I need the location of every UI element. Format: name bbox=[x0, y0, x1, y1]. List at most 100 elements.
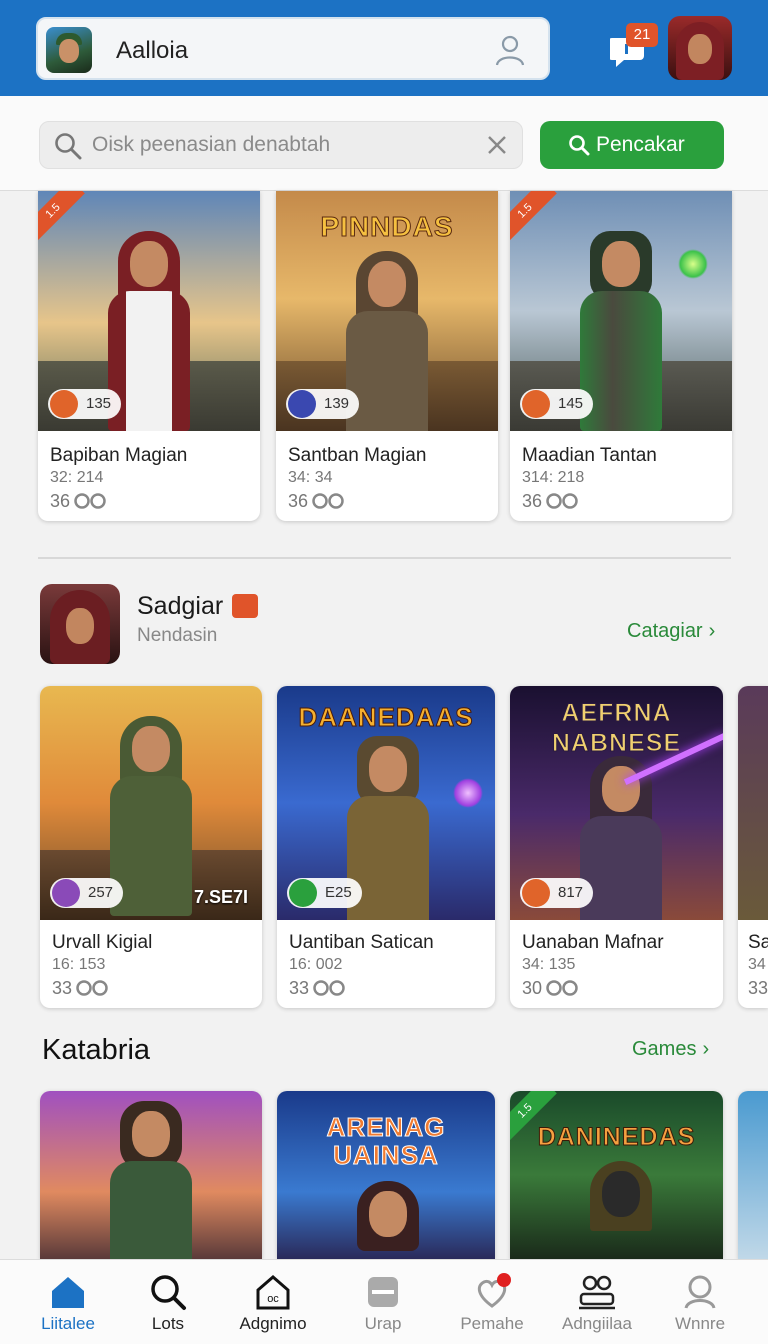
player-count-badge: 145 bbox=[520, 389, 594, 419]
game-card[interactable]: Sa 34 33 bbox=[738, 686, 768, 1008]
game-rating: 33 bbox=[52, 978, 108, 999]
game-cover-image: PINNDAS 139 bbox=[276, 191, 498, 431]
section-divider bbox=[38, 557, 731, 559]
game-card[interactable]: ARENAG UAINSA bbox=[277, 1091, 495, 1259]
game-card[interactable]: PINNDAS 139 Santban Magian 34: 34 36 bbox=[276, 191, 498, 521]
game-meta: 34: 135 bbox=[522, 956, 576, 973]
game-card[interactable]: DAANEDAAS E25 Uantiban Satican 16: 002 3… bbox=[277, 686, 495, 1008]
person-icon[interactable] bbox=[494, 33, 526, 67]
game-cover-image bbox=[738, 686, 768, 920]
game-cover-image: 1.5 145 bbox=[510, 191, 732, 431]
controller-icon bbox=[313, 980, 345, 996]
player-count-badge: 817 bbox=[520, 878, 594, 908]
game-rating: 36 bbox=[522, 491, 578, 512]
bottom-navigation: Liitalee Lots oc Adgnimo Urap Pemahe Adn… bbox=[0, 1259, 768, 1344]
account-avatar bbox=[46, 27, 92, 73]
game-cover-image bbox=[40, 1091, 262, 1259]
player-count-badge: E25 bbox=[287, 878, 362, 908]
game-title: Bapiban Magian bbox=[50, 445, 188, 466]
game-rating: 36 bbox=[288, 491, 344, 512]
see-all-link[interactable]: Games › bbox=[632, 1038, 709, 1061]
player-count-badge: 257 bbox=[50, 878, 124, 908]
search-icon bbox=[569, 135, 590, 156]
game-card[interactable]: 257 7.SE7I Urvall Kigial 16: 153 33 bbox=[40, 686, 262, 1008]
game-card[interactable]: DANINEDAS 1.5 bbox=[510, 1091, 723, 1259]
category-title: Katabria bbox=[42, 1034, 151, 1066]
search-button[interactable]: Pencakar bbox=[540, 121, 724, 169]
group-icon bbox=[579, 1275, 615, 1310]
nav-messages[interactable]: Pemahe bbox=[442, 1260, 542, 1344]
search-icon bbox=[55, 133, 82, 160]
svg-text:oc: oc bbox=[267, 1293, 279, 1305]
nav-home[interactable]: Liitalee bbox=[18, 1260, 118, 1344]
game-meta: 314: 218 bbox=[522, 469, 585, 486]
controller-icon bbox=[76, 980, 108, 996]
game-cover-image: 257 7.SE7I bbox=[40, 686, 262, 920]
game-meta: 34 bbox=[748, 956, 766, 973]
game-title: Maadian Tantan bbox=[522, 445, 657, 466]
cover-title: ARENAG UAINSA bbox=[326, 1112, 446, 1170]
section-subtitle: Nendasin bbox=[137, 625, 218, 646]
game-cover-image bbox=[738, 1091, 768, 1259]
controller-icon bbox=[546, 980, 578, 996]
nav-search[interactable]: Lots bbox=[118, 1260, 218, 1344]
see-all-link[interactable]: Catagiar › bbox=[627, 620, 715, 643]
player-count-badge: 139 bbox=[286, 389, 360, 419]
game-card[interactable]: AEFRNA NABNESE 817 Uanaban Mafnar 34: 13… bbox=[510, 686, 723, 1008]
search-icon bbox=[151, 1275, 186, 1310]
game-card[interactable] bbox=[40, 1091, 262, 1259]
section-avatar bbox=[40, 584, 120, 664]
game-card[interactable]: 1.5 145 Maadian Tantan 314: 218 36 bbox=[510, 191, 732, 521]
cover-title: DANINEDAS bbox=[537, 1123, 696, 1152]
cover-title: PINNDAS bbox=[320, 211, 454, 243]
game-card[interactable] bbox=[738, 1091, 768, 1259]
card-icon bbox=[368, 1277, 398, 1307]
nav-profile[interactable]: Wnnre bbox=[650, 1260, 750, 1344]
search-box bbox=[39, 121, 523, 169]
search-button-label: Pencakar bbox=[596, 133, 685, 156]
account-switcher[interactable]: Aalloia bbox=[36, 17, 550, 80]
nav-store[interactable]: oc Adgnimo bbox=[223, 1260, 323, 1344]
game-cover-image: AEFRNA NABNESE 817 bbox=[510, 686, 723, 920]
search-bar-row: Pencakar bbox=[0, 96, 768, 191]
nav-groups[interactable]: Adngiilaa bbox=[547, 1260, 647, 1344]
heart-chat-icon bbox=[477, 1273, 511, 1308]
game-title: Santban Magian bbox=[288, 445, 427, 466]
controller-icon bbox=[546, 493, 578, 509]
game-title: Urvall Kigial bbox=[52, 932, 153, 953]
search-input[interactable] bbox=[92, 122, 482, 168]
game-cover-image: 1.5 135 bbox=[38, 191, 260, 431]
game-title: Uanaban Mafnar bbox=[522, 932, 664, 953]
cover-title: DAANEDAAS bbox=[298, 702, 474, 733]
controller-icon bbox=[74, 493, 106, 509]
game-rating: 36 bbox=[50, 491, 106, 512]
cover-caption: 7.SE7I bbox=[193, 887, 248, 907]
controller-icon bbox=[312, 493, 344, 509]
profile-avatar[interactable] bbox=[668, 16, 732, 80]
game-card[interactable]: 1.5 135 Bapiban Magian 32: 214 36 bbox=[38, 191, 260, 521]
nav-library[interactable]: Urap bbox=[333, 1260, 433, 1344]
game-meta: 16: 002 bbox=[289, 956, 343, 973]
close-icon[interactable] bbox=[486, 134, 508, 156]
chevron-right-icon: › bbox=[702, 1038, 710, 1060]
game-cover-image: ARENAG UAINSA bbox=[277, 1091, 495, 1259]
game-meta: 16: 153 bbox=[52, 956, 106, 973]
game-meta: 32: 214 bbox=[50, 469, 104, 486]
section-title: Sadgiar bbox=[137, 592, 224, 620]
section-badge-icon bbox=[232, 594, 258, 618]
game-title: Uantiban Satican bbox=[289, 932, 434, 953]
store-icon: oc bbox=[256, 1275, 290, 1310]
account-name: Aalloia bbox=[116, 37, 189, 64]
player-count-badge: 135 bbox=[48, 389, 122, 419]
game-title: Sa bbox=[748, 932, 768, 953]
app-header: Aalloia 21 bbox=[0, 0, 768, 96]
game-rating: 30 bbox=[522, 978, 578, 999]
game-rating: 33 bbox=[748, 978, 768, 998]
game-rating: 33 bbox=[289, 978, 345, 999]
profile-icon bbox=[684, 1275, 716, 1309]
home-icon bbox=[52, 1277, 84, 1308]
game-cover-image: DANINEDAS 1.5 bbox=[510, 1091, 723, 1259]
game-cover-image: DAANEDAAS E25 bbox=[277, 686, 495, 920]
notification-badge: 21 bbox=[626, 23, 658, 47]
game-meta: 34: 34 bbox=[288, 469, 333, 486]
